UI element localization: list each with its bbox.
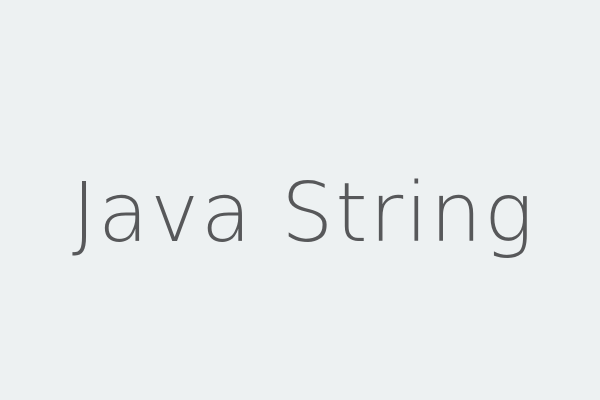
title-card: Java String bbox=[0, 0, 600, 400]
page-title: Java String bbox=[72, 166, 536, 261]
